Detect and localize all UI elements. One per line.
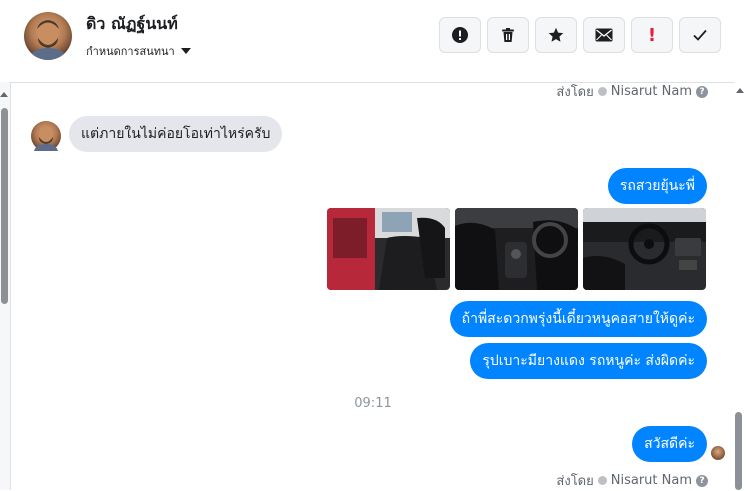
trash-icon [502, 28, 514, 42]
sent-by-label: ส่งโดย Nisarut Nam ? [556, 81, 708, 102]
message-scrollbar[interactable] [734, 82, 746, 490]
help-icon[interactable]: ? [696, 85, 708, 98]
left-scrollbar[interactable] [0, 82, 11, 490]
message-timestamp: 09:11 [354, 396, 392, 411]
conversation-header: ดิว ณัฏฐ์นนท์ กำหนดการสนทนา ! [10, 0, 746, 83]
sent-by-label: ส่งโดย Nisarut Nam ? [556, 470, 708, 491]
mark-done-button[interactable] [679, 17, 721, 53]
page-badge-icon [597, 476, 607, 485]
report-button[interactable] [439, 17, 481, 53]
scroll-up-arrow-icon[interactable] [0, 92, 8, 97]
contact-avatar-small[interactable] [31, 121, 61, 151]
outgoing-message[interactable]: ถ้าพี่สะดวกพรุ่งนี้เดี๋ยวหนูคอสายให้ดูค่… [449, 301, 707, 337]
incoming-message[interactable]: แต่ภายในไม่ค่อยโอเท่าไหร่ครับ [69, 116, 283, 152]
message-scroll-thumb[interactable] [735, 412, 742, 490]
alert-circle-icon [452, 27, 468, 43]
sender-name[interactable]: Nisarut Nam [611, 473, 692, 488]
mark-unread-button[interactable] [583, 17, 625, 53]
outgoing-message[interactable]: รุปเบาะมียางแดง รถหนูค่ะ ส่งผิดค่ะ [470, 343, 707, 379]
outgoing-message[interactable]: สวัสดีค่ะ [632, 426, 707, 462]
check-icon [693, 29, 707, 41]
star-button[interactable] [535, 17, 577, 53]
sent-by-prefix: ส่งโดย [556, 474, 594, 489]
contact-avatar[interactable] [24, 12, 72, 60]
conversation-label-select[interactable]: กำหนดการสนทนา [86, 42, 191, 60]
sent-by-prefix: ส่งโดย [556, 85, 594, 100]
outgoing-message[interactable]: รถสวยยุ้นะพี่ [607, 168, 707, 204]
sender-name[interactable]: Nisarut Nam [611, 84, 692, 99]
envelope-icon [595, 28, 613, 42]
exclamation-icon: ! [647, 24, 657, 46]
left-scroll-thumb[interactable] [1, 108, 8, 304]
chevron-down-icon [180, 48, 191, 54]
follow-up-button[interactable]: ! [631, 17, 673, 53]
help-icon[interactable]: ? [696, 474, 708, 487]
scroll-up-arrow-icon[interactable] [736, 88, 744, 93]
contact-name: ดิว ณัฏฐ์นนท์ [86, 14, 178, 33]
star-icon [548, 27, 564, 42]
delete-button[interactable] [487, 17, 529, 53]
photo-car-dashboard[interactable] [583, 208, 706, 290]
photo-car-door-interior[interactable] [327, 208, 450, 290]
label-select-text: กำหนดการสนทนา [86, 45, 175, 58]
photo-car-front-seats[interactable] [455, 208, 578, 290]
seen-avatar [711, 446, 725, 460]
page-badge-icon [597, 87, 607, 96]
